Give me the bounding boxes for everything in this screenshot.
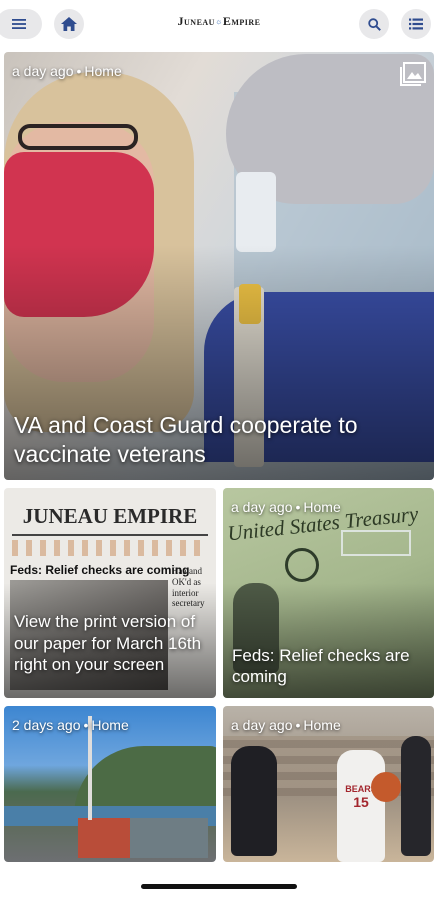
- check-boxes: [341, 530, 411, 556]
- photo-glasses: [18, 124, 138, 150]
- story-card-print-edition[interactable]: JUNEAU EMPIRE Feds: Relief checks are co…: [4, 488, 216, 698]
- photo-container: [78, 818, 208, 858]
- site-logo[interactable]: Juneau☼Empire: [150, 14, 288, 29]
- logo-text-empire: Empire: [222, 14, 261, 28]
- story-card-relief-checks[interactable]: United States Treasury a day ago • Home Fe…: [223, 488, 434, 698]
- newspaper-masthead: JUNEAU EMPIRE: [22, 504, 198, 528]
- home-icon: [61, 17, 77, 31]
- search-button[interactable]: [359, 9, 389, 39]
- story-headline[interactable]: VA and Coast Guard cooperate to vaccinat…: [14, 411, 424, 469]
- story-meta: a day ago • Home: [12, 63, 122, 79]
- newspaper-headline: Feds: Relief checks are coming: [10, 563, 190, 577]
- story-time: a day ago: [231, 717, 293, 733]
- story-section: Home: [303, 499, 341, 515]
- story-meta: 2 days ago • Home: [12, 717, 129, 733]
- logo-mark: ☼: [214, 17, 223, 26]
- story-card-basketball[interactable]: BEARS 15 a day ago • Home: [223, 706, 434, 862]
- newspaper-rule: [12, 534, 208, 536]
- story-headline[interactable]: View the print version of our paper for …: [14, 611, 206, 676]
- story-section: Home: [91, 717, 129, 733]
- meta-separator: •: [83, 717, 89, 733]
- logo-text-juneau: Juneau: [177, 14, 215, 28]
- top-bar: Juneau☼Empire: [0, 0, 438, 48]
- home-indicator[interactable]: [141, 884, 297, 889]
- story-meta: a day ago • Home: [231, 717, 341, 733]
- image-gallery-icon[interactable]: [400, 62, 426, 86]
- photo-player-right: [401, 736, 431, 856]
- photo-vial: [236, 172, 276, 252]
- home-button[interactable]: [54, 9, 84, 39]
- search-icon: [367, 17, 381, 31]
- story-card-hero[interactable]: a day ago • Home VA and Coast Guard cooper…: [4, 52, 434, 480]
- meta-separator: •: [295, 717, 301, 733]
- story-section: Home: [84, 63, 122, 79]
- list-icon: [409, 18, 423, 30]
- meta-separator: •: [295, 499, 301, 515]
- newspaper-ticker: [12, 540, 208, 556]
- photo-basketball: [371, 772, 401, 802]
- check-seal: [285, 548, 319, 582]
- story-headline[interactable]: Feds: Relief checks are coming: [232, 645, 424, 688]
- hamburger-menu-icon: [12, 19, 26, 29]
- photo-player-left: [231, 746, 277, 856]
- meta-separator: •: [76, 63, 82, 79]
- story-time: 2 days ago: [12, 717, 81, 733]
- story-card-harbor[interactable]: 2 days ago • Home: [4, 706, 216, 862]
- story-time: a day ago: [12, 63, 74, 79]
- story-time: a day ago: [231, 499, 293, 515]
- menu-button[interactable]: [0, 9, 42, 39]
- story-meta: a day ago • Home: [231, 499, 341, 515]
- list-button[interactable]: [401, 9, 431, 39]
- story-section: Home: [303, 717, 341, 733]
